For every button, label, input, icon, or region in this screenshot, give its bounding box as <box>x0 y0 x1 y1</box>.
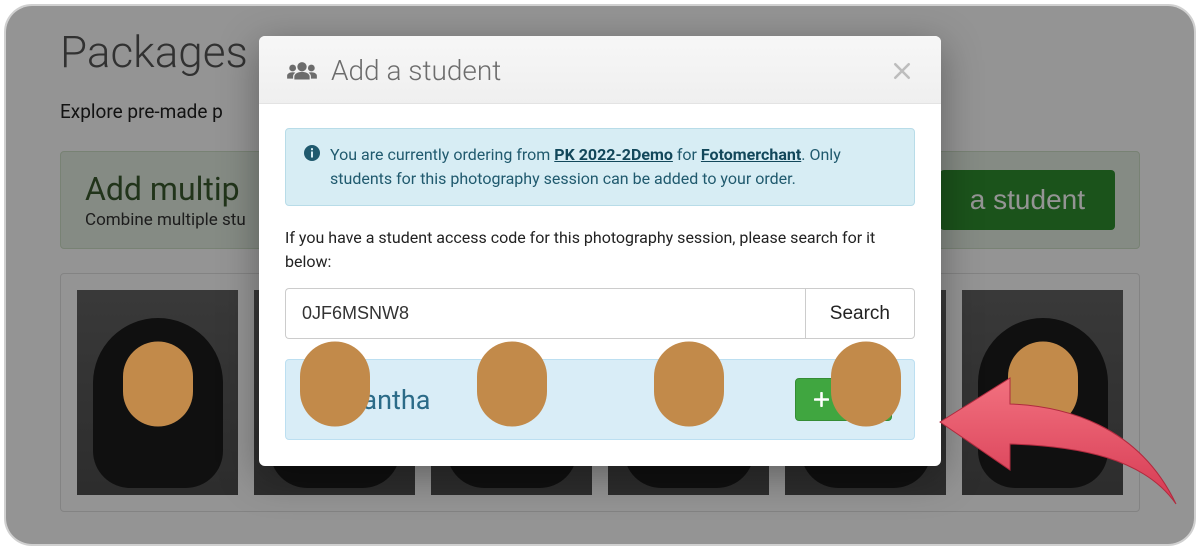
session-link[interactable]: PK 2022-2Demo <box>554 145 673 164</box>
search-result: Samantha Add <box>285 359 915 440</box>
modal-header: Add a student <box>259 36 941 104</box>
close-icon <box>893 62 911 80</box>
merchant-link[interactable]: Fotomerchant <box>701 145 801 164</box>
search-button[interactable]: Search <box>805 288 915 339</box>
access-code-input[interactable] <box>285 288 805 339</box>
info-text: You are currently ordering from PK 2022-… <box>330 143 896 191</box>
info-callout: You are currently ordering from PK 2022-… <box>285 128 915 206</box>
plus-icon <box>814 392 829 407</box>
close-button[interactable] <box>889 58 915 84</box>
app-frame: Packages Explore pre-made p Add multip C… <box>4 4 1196 546</box>
modal-title: Add a student <box>331 54 501 87</box>
modal-title-wrap: Add a student <box>285 54 501 87</box>
info-mid: for <box>673 145 701 164</box>
search-prompt: If you have a student access code for th… <box>285 226 915 274</box>
info-icon <box>304 145 320 191</box>
info-pre: You are currently ordering from <box>330 145 554 164</box>
people-icon <box>285 59 319 83</box>
search-row: Search <box>285 288 915 339</box>
